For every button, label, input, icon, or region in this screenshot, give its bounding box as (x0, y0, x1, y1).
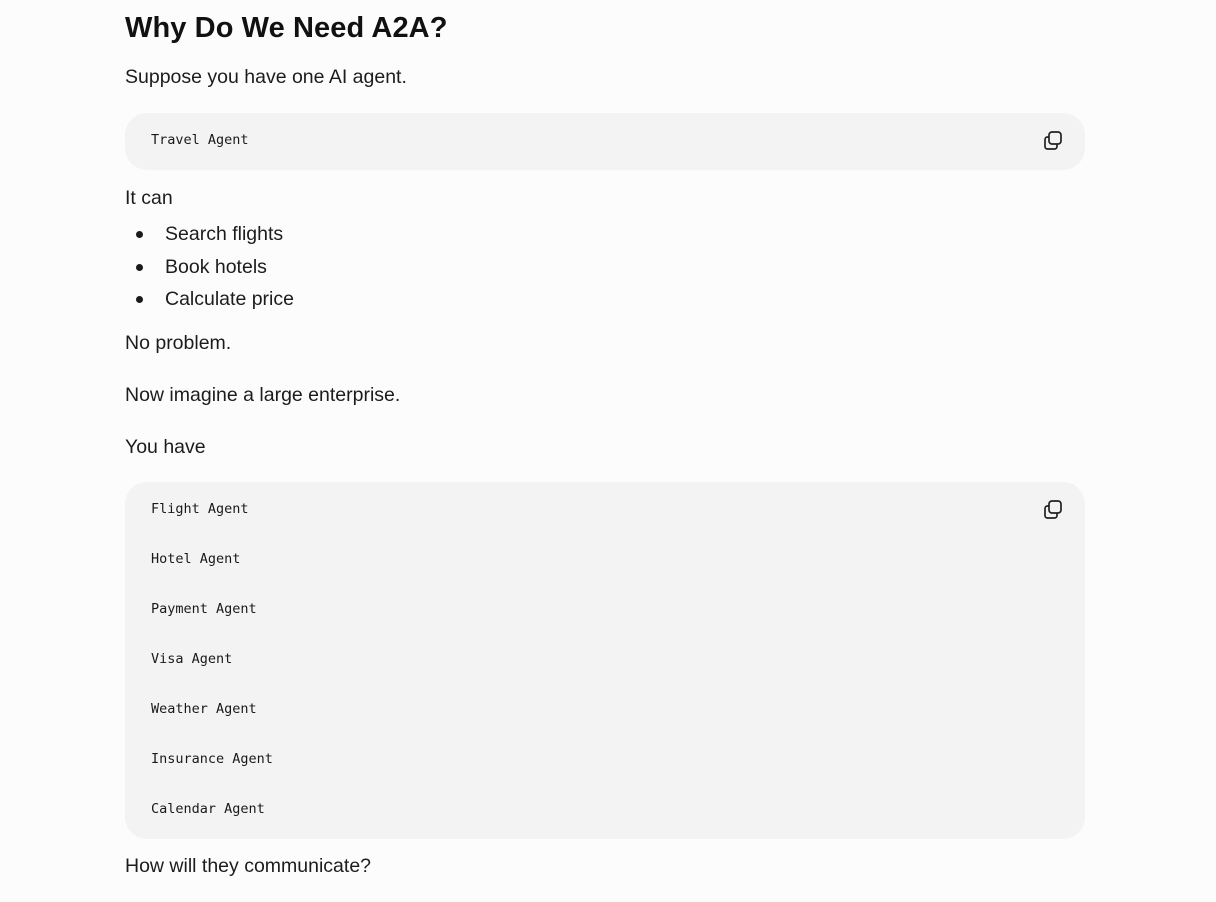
copy-icon[interactable] (1041, 129, 1065, 153)
intro-paragraph: Suppose you have one AI agent. (125, 66, 407, 88)
no-problem-paragraph: No problem. (125, 332, 232, 354)
section-heading: Why Do We Need A2A? (125, 12, 448, 44)
code-line: Insurance Agent (151, 751, 273, 767)
code-block-travel: Travel Agent (125, 113, 1085, 170)
bullet-icon (136, 296, 143, 303)
code-line: Flight Agent (151, 501, 249, 517)
code-line: Travel Agent (151, 132, 249, 148)
code-line: Payment Agent (151, 601, 257, 617)
you-have-paragraph: You have (125, 436, 206, 458)
bullet-icon (136, 231, 143, 238)
enterprise-paragraph: Now imagine a large enterprise. (125, 384, 401, 406)
code-line: Visa Agent (151, 651, 233, 667)
question-paragraph: How will they communicate? (125, 855, 372, 877)
code-line: Hotel Agent (151, 551, 241, 567)
code-line: Calendar Agent (151, 801, 265, 817)
it-can-paragraph: It can (125, 187, 173, 209)
copy-icon[interactable] (1041, 498, 1065, 522)
code-block-agents: Flight Agent Hotel Agent Payment Agent V… (125, 482, 1085, 839)
bullet-icon (136, 264, 143, 271)
code-line: Weather Agent (151, 701, 257, 717)
